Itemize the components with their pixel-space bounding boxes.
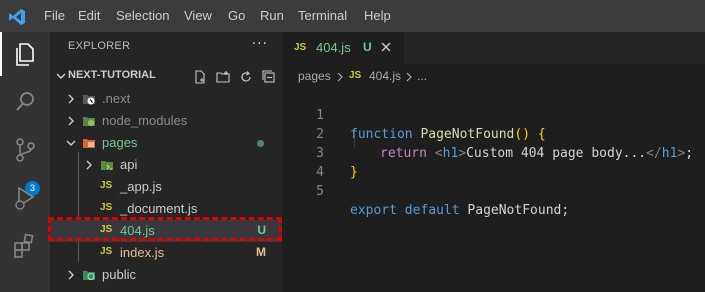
code-line-5[interactable]: 5 export default PageNotFound; (282, 163, 705, 218)
project-header[interactable]: NEXT-TUTORIAL (50, 66, 282, 88)
search-icon[interactable] (9, 86, 41, 118)
tree-item-api[interactable]: api (50, 154, 282, 176)
tree-item-label: _app.js (120, 179, 162, 194)
extensions-icon[interactable] (9, 230, 41, 262)
menu-help[interactable]: Help (364, 0, 391, 32)
breadcrumb-symbol[interactable]: ... (417, 69, 427, 83)
tree-item-app-js[interactable]: JS _app.js (50, 176, 282, 198)
new-file-icon[interactable] (193, 70, 207, 84)
menu-terminal[interactable]: Terminal (298, 0, 347, 32)
editor: JS 404.js U pages JS 404.js ... 1 functi… (282, 32, 705, 292)
tree-item-label: index.js (120, 245, 165, 260)
breadcrumb-file[interactable]: 404.js (369, 69, 401, 83)
explorer-sidebar: EXPLORER ··· NEXT-TUTORIAL .next node_mo… (50, 32, 282, 292)
breadcrumb-pages[interactable]: pages (298, 69, 331, 83)
code-line-4[interactable]: 4 (282, 144, 705, 180)
api-folder-icon (101, 161, 113, 170)
js-file-icon: JS (100, 202, 113, 213)
tab-label: 404.js (316, 40, 351, 55)
chevron-right-icon (86, 160, 92, 170)
menu-go[interactable]: Go (228, 0, 245, 32)
tab-status: U (363, 40, 372, 54)
explorer-title: EXPLORER (68, 40, 131, 52)
chevron-right-icon (68, 116, 74, 126)
code-line-3[interactable]: 3 } (282, 125, 705, 180)
tree-item-label: pages (102, 135, 138, 150)
collapse-all-icon[interactable] (262, 70, 276, 84)
changes-dot (257, 140, 264, 147)
js-file-icon: JS (294, 42, 307, 53)
code-line-2[interactable]: 2 return <h1>Custom 404 page body...</h1… (282, 106, 705, 161)
js-file-icon: JS (349, 70, 362, 81)
menu-file[interactable]: File (44, 0, 65, 32)
menu-edit[interactable]: Edit (78, 0, 100, 32)
menu-view[interactable]: View (184, 0, 212, 32)
tree-item-label: public (102, 267, 136, 282)
tree-item-node-modules[interactable]: node_modules (50, 110, 282, 132)
node-folder-icon (83, 117, 95, 127)
chevron-right-icon (406, 72, 412, 82)
project-name: NEXT-TUTORIAL (68, 69, 156, 81)
explorer-icon[interactable] (9, 38, 41, 70)
next-folder-icon (83, 95, 95, 105)
tree-item-label: _document.js (120, 201, 198, 216)
refresh-icon[interactable] (239, 70, 253, 84)
activity-bar: 3 (0, 32, 50, 292)
public-folder-icon (83, 271, 95, 280)
tree-item-index-js[interactable]: JS index.js M (50, 242, 282, 264)
line-number: 5 (316, 184, 324, 199)
tree-item-next[interactable]: .next (50, 88, 282, 110)
source-control-icon[interactable] (9, 134, 41, 166)
more-actions-icon[interactable]: ··· (252, 36, 268, 52)
run-debug-icon[interactable] (9, 182, 41, 214)
highlight-box (48, 217, 282, 241)
tree-item-label: .next (102, 91, 131, 106)
chevron-right-icon (68, 94, 74, 104)
menu-run[interactable]: Run (260, 0, 284, 32)
code-line-1[interactable]: 1 function PageNotFound() { (282, 87, 705, 142)
js-file-icon: JS (100, 246, 113, 257)
chevron-right-icon (337, 72, 343, 82)
title-bar: File Edit Selection View Go Run Terminal… (0, 0, 705, 32)
js-file-icon: JS (100, 180, 113, 191)
vscode-logo-icon (9, 9, 25, 25)
modified-status: M (256, 245, 266, 259)
chevron-right-icon (68, 270, 74, 280)
chevron-down-icon (66, 140, 76, 146)
tree-item-public[interactable]: public (50, 264, 282, 286)
active-indicator (0, 32, 2, 76)
close-icon[interactable] (380, 41, 392, 53)
tree-item-label: api (120, 157, 138, 172)
tree-item-pages[interactable]: pages (50, 132, 282, 154)
tree-item-label: node_modules (102, 113, 188, 128)
tab-404-js[interactable]: JS 404.js U (282, 32, 404, 64)
chevron-down-icon (56, 73, 66, 79)
new-folder-icon[interactable] (216, 70, 230, 84)
pages-folder-icon (83, 139, 95, 148)
tab-bar: JS 404.js U (282, 32, 705, 64)
menu-selection[interactable]: Selection (116, 0, 169, 32)
